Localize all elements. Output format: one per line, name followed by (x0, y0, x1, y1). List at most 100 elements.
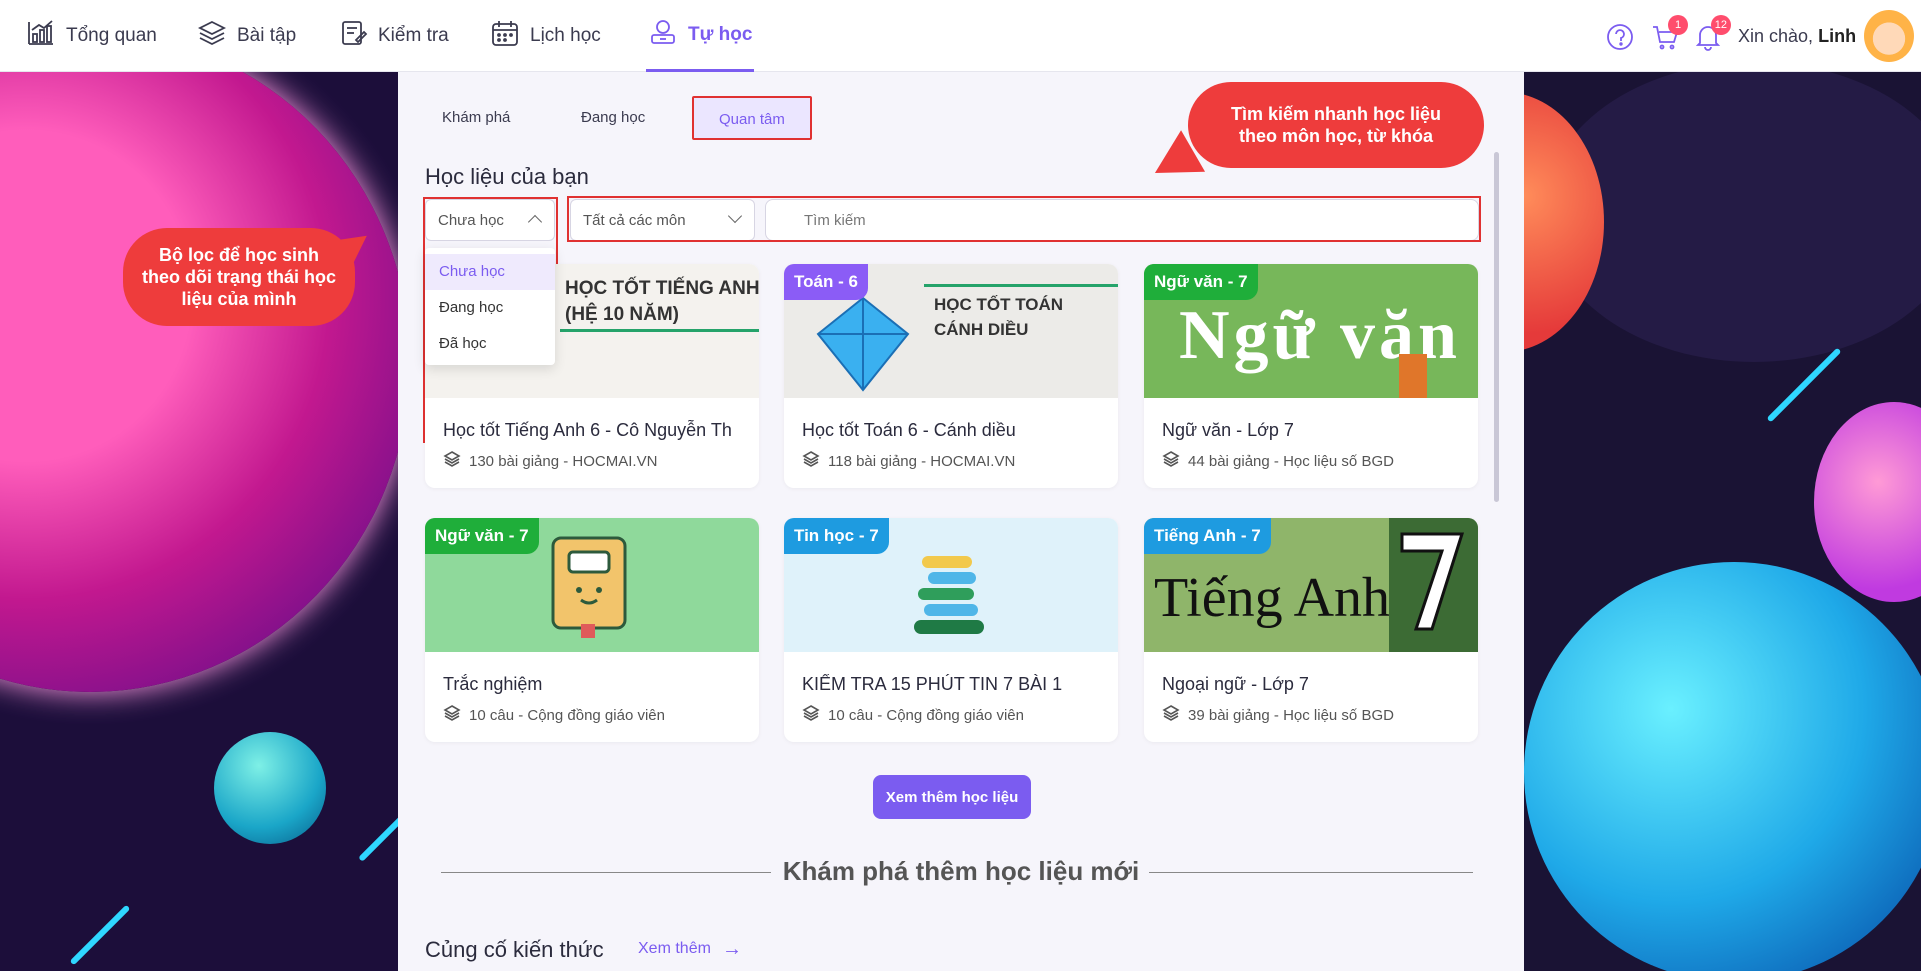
status-filter-value: Chưa học (438, 211, 504, 229)
search-callout: Tìm kiếm nhanh học liệu theo môn học, từ… (1188, 82, 1484, 168)
nav-label: Kiểm tra (378, 25, 449, 46)
card-meta: 10 câu - Cộng đồng giáo viên (443, 704, 665, 726)
test-icon (338, 18, 368, 54)
layers-icon (1162, 450, 1180, 472)
nav-label: Tổng quan (66, 25, 157, 46)
card-title: Học tốt Toán 6 - Cánh diều (802, 420, 1016, 440)
card-meta: 44 bài giảng - Học liệu số BGD (1162, 450, 1394, 472)
card-title: KIỂM TRA 15 PHÚT TIN 7 BÀI 1 (802, 674, 1063, 694)
card-title: Ngoại ngữ - Lớp 7 (1162, 674, 1309, 694)
card-meta: 118 bài giảng - HOCMAI.VN (802, 450, 1015, 472)
background-art-right (1524, 72, 1921, 971)
kite-icon (816, 296, 910, 392)
shooting-star (358, 808, 398, 862)
thumbnail-text: HỌC TỐT TOÁN CÁNH DIỀU (934, 295, 1064, 339)
cart-badge: 1 (1668, 15, 1688, 35)
self-study-icon (648, 17, 678, 53)
nav-item-overview[interactable]: Tổng quan (26, 0, 157, 72)
card-meta: 130 bài giảng - HOCMAI.VN (443, 450, 657, 472)
course-card[interactable]: Tin học - 7 KIỂM TRA 15 PHÚT TIN 7 BÀI 1… (784, 518, 1118, 742)
tab-interested[interactable]: Quan tâm (692, 96, 812, 140)
layers-icon (802, 450, 820, 472)
layers-icon (443, 704, 461, 726)
course-card[interactable]: Toán - 6 HỌC TỐT TOÁN CÁNH DIỀU Học tốt … (784, 264, 1118, 488)
top-navigation-bar: Tổng quan Bài tập Kiểm tra Lịch học Tự h… (0, 0, 1921, 72)
thumbnail-underline (924, 284, 1118, 287)
cart-icon[interactable]: 1 (1650, 15, 1688, 52)
subject-tag: Ngữ văn - 7 (1144, 264, 1258, 300)
subject-filter-select[interactable]: Tất cả các môn (570, 199, 755, 241)
card-title: Ngữ văn - Lớp 7 (1162, 420, 1294, 440)
course-thumbnail: Tin học - 7 (784, 518, 1118, 652)
tab-explore[interactable]: Khám phá (442, 96, 510, 140)
subsection-title: Củng cố kiến thức (425, 937, 604, 962)
help-icon[interactable] (1605, 22, 1635, 52)
blue-planet-image (1524, 562, 1921, 971)
course-card[interactable]: Tiếng Anh - 7 Tiếng Anh Ngoại ngữ - Lớp … (1144, 518, 1478, 742)
card-meta-text: 10 câu - Cộng đồng giáo viên (469, 706, 665, 724)
bell-icon[interactable]: 12 (1693, 15, 1731, 52)
dropdown-option-in-progress[interactable]: Đang học (425, 290, 555, 326)
card-meta-text: 118 bài giảng - HOCMAI.VN (828, 452, 1016, 470)
background-art-left (0, 72, 398, 971)
see-more-materials-button[interactable]: Xem thêm học liệu (873, 775, 1031, 819)
teal-planet-image (214, 732, 326, 844)
user-greeting: Xin chào, Linh (1738, 26, 1856, 47)
chevron-up-icon (527, 214, 543, 230)
dropdown-option-not-started[interactable]: Chưa học (425, 254, 555, 290)
card-meta-text: 10 câu - Cộng đồng giáo viên (828, 706, 1024, 724)
nav-item-tests[interactable]: Kiểm tra (338, 0, 449, 72)
arrow-right-icon[interactable]: → (722, 938, 742, 961)
status-filter-select[interactable]: Chưa học (425, 199, 555, 241)
thumbnail-underline (560, 329, 759, 332)
layers-icon (443, 450, 461, 472)
card-meta-text: 39 bài giảng - Học liệu số BGD (1188, 706, 1394, 724)
nav-item-exercises[interactable]: Bài tập (197, 0, 296, 72)
layers-icon (1162, 704, 1180, 726)
see-more-link[interactable]: Xem thêm (638, 940, 711, 958)
shooting-star (69, 904, 131, 966)
course-card[interactable]: Ngữ văn - 7 Trắc nghiệm 10 câu - Cộng đồ… (425, 518, 759, 742)
chevron-down-icon (727, 208, 743, 224)
subject-tag: Ngữ văn - 7 (425, 518, 539, 554)
nav-item-schedule[interactable]: Lịch học (490, 0, 601, 72)
section-title: Học liệu của bạn (425, 164, 589, 189)
card-meta-text: 130 bài giảng - HOCMAI.VN (469, 452, 658, 470)
search-input[interactable] (766, 200, 1478, 240)
chart-icon (26, 18, 56, 54)
course-card[interactable]: Ngữ văn - 7 Ngữ văn Ngữ văn - Lớp 7 44 b… (1144, 264, 1478, 488)
card-meta: 39 bài giảng - Học liệu số BGD (1162, 704, 1394, 726)
calendar-icon (490, 18, 520, 54)
nav-label: Lịch học (530, 25, 601, 46)
thumbnail-text: HỌC TỐT TIẾNG ANH (HỆ 10 NĂM) (565, 278, 759, 325)
nav-item-self-study[interactable]: Tự học (646, 0, 755, 72)
card-meta: 10 câu - Cộng đồng giáo viên (802, 704, 1024, 726)
tab-learning[interactable]: Đang học (581, 96, 645, 140)
card-title: Trắc nghiệm (443, 674, 543, 694)
number-seven-graphic (1400, 532, 1465, 631)
subject-tag: Tiếng Anh - 7 (1144, 518, 1271, 554)
purple-planet-image (1814, 402, 1921, 602)
explore-title-text: Khám phá thêm học liệu mới (772, 856, 1150, 886)
subject-tag: Toán - 6 (784, 264, 868, 300)
card-meta-text: 44 bài giảng - Học liệu số BGD (1188, 452, 1394, 470)
status-dropdown-menu: Chưa học Đang học Đã học (425, 248, 555, 365)
subject-filter-value: Tất cả các môn (583, 211, 686, 229)
scrollbar[interactable] (1494, 152, 1499, 502)
books-icon (914, 556, 984, 634)
course-thumbnail: Tiếng Anh - 7 Tiếng Anh (1144, 518, 1478, 652)
nav-label: Bài tập (237, 25, 297, 46)
search-box[interactable] (765, 199, 1479, 241)
dropdown-option-completed[interactable]: Đã học (425, 326, 555, 362)
subject-tag: Tin học - 7 (784, 518, 889, 554)
card-title: Học tốt Tiếng Anh 6 - Cô Nguyễn Th (443, 420, 732, 440)
layers-icon (802, 704, 820, 726)
avatar[interactable] (1864, 10, 1914, 62)
main-panel: Khám phá Đang học Quan tâm Học liệu của … (398, 72, 1524, 971)
course-thumbnail: Toán - 6 HỌC TỐT TOÁN CÁNH DIỀU (784, 264, 1118, 398)
course-thumbnail: Ngữ văn - 7 (425, 518, 759, 652)
notebook-icon (551, 536, 627, 638)
layers-icon (197, 18, 227, 54)
explore-section-title: Khám phá thêm học liệu mới (398, 856, 1524, 887)
pink-planet-image (0, 72, 398, 692)
